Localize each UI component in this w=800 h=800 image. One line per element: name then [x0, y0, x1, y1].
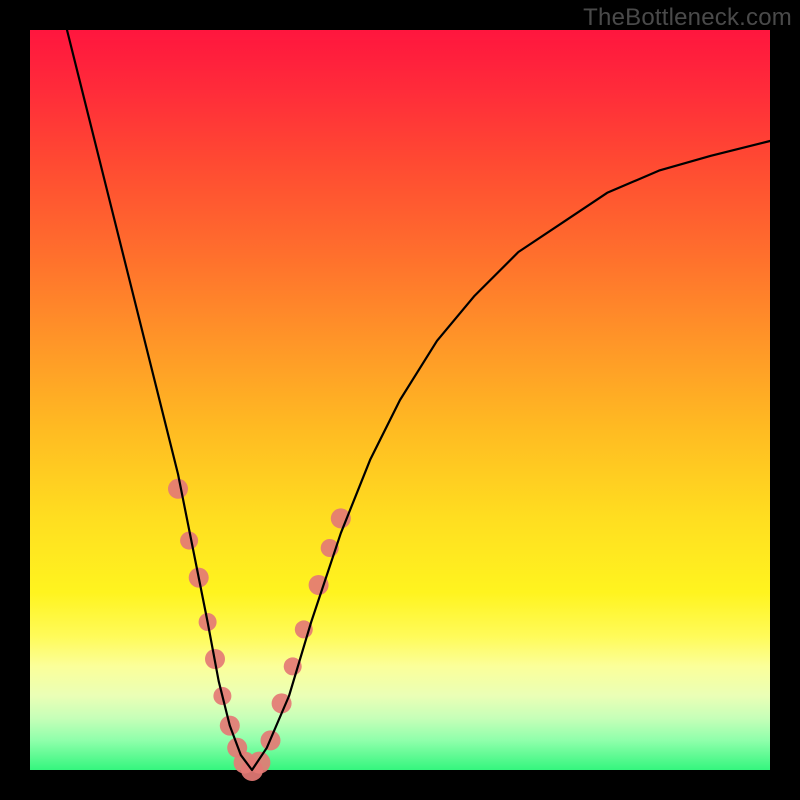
- marker-dots-group: [168, 479, 351, 781]
- chart-frame: TheBottleneck.com: [0, 0, 800, 800]
- marker-dot: [168, 479, 188, 499]
- watermark-label: TheBottleneck.com: [583, 4, 792, 32]
- chart-overlay: [30, 30, 770, 770]
- bottleneck-curve: [67, 30, 770, 770]
